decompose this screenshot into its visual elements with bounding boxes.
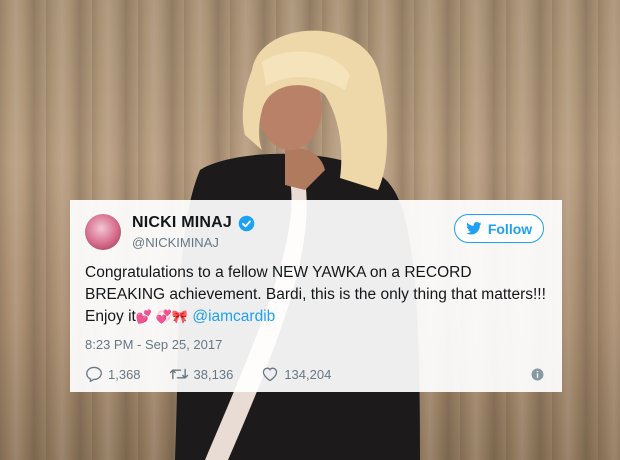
- twitter-bird-icon: [466, 222, 482, 235]
- tweet-emojis: 💕 💞🎀: [135, 309, 189, 324]
- author-name[interactable]: NICKI MINAJ: [132, 214, 232, 232]
- tweet-text: Congratulations to a fellow NEW YAWKA on…: [85, 262, 547, 328]
- author-handle[interactable]: @NICKIMINAJ: [132, 235, 219, 250]
- tweet-timestamp[interactable]: 8:23 PM - Sep 25, 2017: [85, 337, 222, 352]
- tweet-actions: 1,368 38,136 134,204: [85, 366, 359, 382]
- avatar[interactable]: [85, 214, 121, 250]
- follow-label: Follow: [487, 220, 533, 237]
- retweet-count: 38,136: [193, 366, 234, 382]
- info-icon[interactable]: [531, 368, 544, 381]
- retweet-icon: [169, 368, 188, 380]
- reply-button[interactable]: 1,368: [85, 366, 141, 382]
- like-button[interactable]: 134,204: [261, 366, 331, 382]
- verified-badge-icon: [238, 215, 255, 231]
- retweet-button[interactable]: 38,136: [169, 366, 234, 382]
- follow-button[interactable]: Follow: [454, 214, 544, 243]
- reply-count: 1,368: [108, 366, 141, 382]
- mention-link[interactable]: @iamcardib: [192, 308, 275, 325]
- reply-icon: [86, 366, 102, 382]
- like-count: 134,204: [284, 366, 332, 382]
- heart-icon: [263, 367, 278, 382]
- tweet-card: NICKI MINAJ @NICKIMINAJ Follow Congratul…: [70, 200, 562, 392]
- tweet-author: NICKI MINAJ: [132, 214, 255, 232]
